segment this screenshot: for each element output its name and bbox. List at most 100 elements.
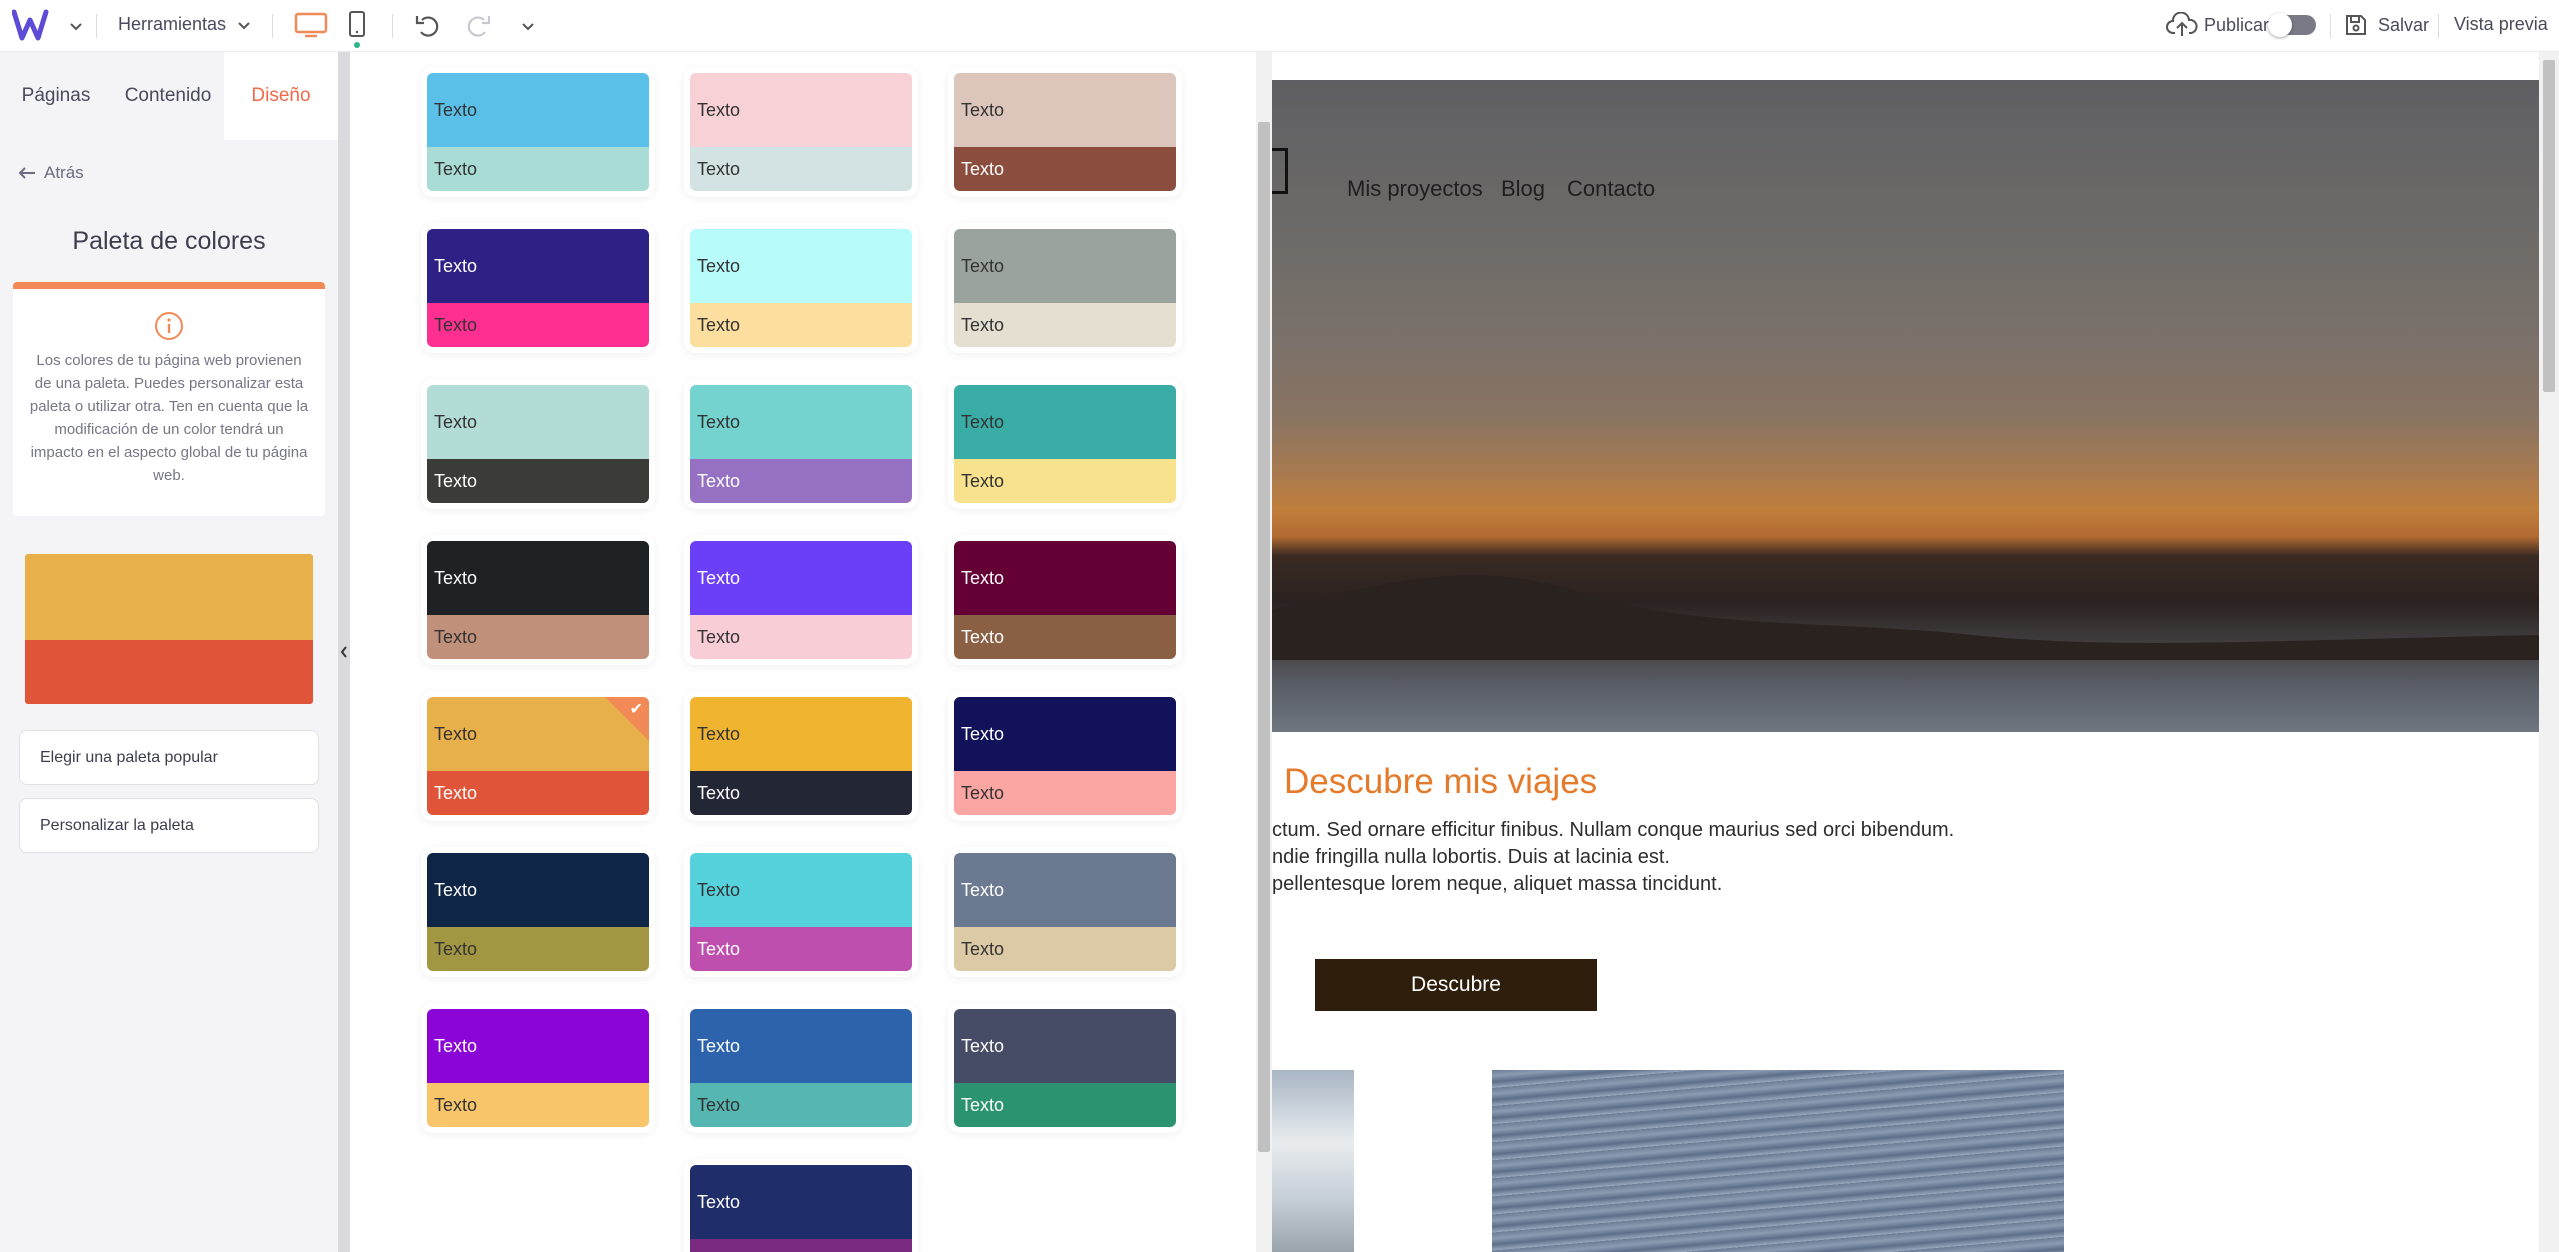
site-preview: Mis proyectos Blog Contacto Descubre mis… [1272,52,2539,1252]
palette-secondary-swatch: Texto [427,1083,649,1127]
palette-card[interactable]: TextoTexto [954,73,1176,191]
palette-primary-swatch: Texto [427,385,649,459]
save-button[interactable]: Salvar [2344,13,2429,37]
palette-primary-swatch: Texto [690,541,912,615]
palette-primary-swatch [25,554,313,640]
desktop-view-button[interactable] [294,12,328,38]
palette-card[interactable]: TextoTexto [690,541,912,659]
preview-label: Vista previa [2454,14,2548,34]
paragraph-line: ndie fringilla nulla lobortis. Duis at l… [1272,846,1670,868]
cta-button[interactable]: Descubre [1315,959,1597,1011]
palette-card[interactable]: TextoTexto [690,385,912,503]
undo-button[interactable] [414,12,442,40]
palette-primary-swatch: Texto [954,697,1176,771]
toolbar-divider [272,14,273,38]
panel-title: Paleta de colores [72,227,266,255]
preview-button[interactable]: Vista previa [2454,14,2548,35]
info-card: Los colores de tu página web provienen d… [13,282,325,516]
palette-card[interactable]: TextoTexto [690,853,912,971]
palette-card[interactable]: TextoTexto [954,229,1176,347]
palette-secondary-swatch: Texto [954,615,1176,659]
redo-button[interactable] [464,12,492,40]
palette-card[interactable]: TextoTexto [427,229,649,347]
palette-card[interactable]: Texto Texto ✔ [427,697,649,815]
logo-icon [12,9,49,41]
palette-secondary-swatch: Texto [427,771,649,815]
tab-label: Contenido [124,85,212,106]
chevron-left-icon [340,646,347,658]
toolbar-divider [2330,14,2331,38]
palette-card[interactable]: TextoTexto [954,385,1176,503]
palette-primary-swatch: Texto [690,385,912,459]
tools-menu-label: Herramientas [118,14,227,34]
gallery-image-clouds [1272,1070,1354,1252]
tab-design[interactable]: Diseño [224,52,338,140]
palette-card[interactable]: TextoTexto [690,73,912,191]
palette-secondary-swatch: Texto [427,147,649,191]
tools-menu[interactable]: Herramientas [118,14,252,35]
palette-card[interactable]: TextoTexto [954,697,1176,815]
back-label: Atrás [44,163,84,182]
palette-card[interactable]: TextoTexto [427,541,649,659]
paragraph-line: ctum. Sed ornare efficitur finibus. Null… [1272,819,1955,841]
palette-card[interactable]: TextoTexto [690,229,912,347]
palette-primary-swatch: Texto [427,541,649,615]
palette-card[interactable]: TextoTexto [954,853,1176,971]
cloud-upload-icon [2166,12,2198,36]
history-dropdown[interactable] [520,18,536,34]
palette-secondary-swatch: Texto [690,615,912,659]
palette-secondary-swatch: Texto [690,1083,912,1127]
save-label: Salvar [2378,14,2430,35]
palette-card[interactable]: TextoTexto [427,853,649,971]
site-nav-item-blog[interactable]: Blog [1501,176,1545,202]
info-icon [155,312,183,340]
palette-card[interactable]: TextoTexto [427,1009,649,1127]
palette-card[interactable]: TextoTexto [427,73,649,191]
palette-card[interactable]: TextoTexto [690,1009,912,1127]
choose-popular-palette-button[interactable]: Elegir una paleta popular [19,730,319,785]
palette-primary-swatch: Texto [690,229,912,303]
palette-secondary-swatch: Texto [954,147,1176,191]
publish-toggle[interactable] [2268,13,2316,37]
palette-card[interactable]: TextoTexto [427,385,649,503]
site-nav-item-contact[interactable]: Contacto [1567,176,1655,202]
preview-scrollbar-thumb[interactable] [2543,60,2555,392]
palette-card[interactable]: TextoTexto [690,1165,912,1252]
palette-primary-swatch: Texto [690,73,912,147]
arrow-left-icon [18,167,35,179]
publish-control[interactable]: Publicar [2166,12,2269,38]
panel-splitter[interactable] [338,52,350,1252]
tab-label: Páginas [21,85,91,106]
palette-card[interactable]: TextoTexto [690,697,912,815]
mobile-icon [349,11,365,37]
palette-primary-swatch: Texto [954,229,1176,303]
redo-icon [467,16,491,37]
current-palette-preview[interactable] [25,554,313,704]
palette-card[interactable]: TextoTexto [954,541,1176,659]
gallery-image-sea [1492,1070,2064,1252]
back-link[interactable]: Atrás [18,163,84,183]
palette-primary-swatch: Texto [690,853,912,927]
palette-primary-swatch: Texto [954,73,1176,147]
palette-secondary-swatch: Texto [690,1239,912,1252]
site-nav-item-projects[interactable]: Mis proyectos [1347,176,1483,202]
chevron-down-icon [522,23,534,31]
gallery-scrollbar-thumb[interactable] [1258,122,1270,1152]
palette-secondary-swatch: Texto [427,927,649,971]
palette-secondary-swatch: Texto [690,303,912,347]
hills-silhouette [1272,575,2539,660]
palette-secondary-swatch: Texto [427,459,649,503]
tab-content[interactable]: Contenido [112,52,224,140]
palette-primary-swatch: Texto [954,853,1176,927]
palette-secondary-swatch: Texto [954,1083,1176,1127]
palette-card[interactable]: TextoTexto [954,1009,1176,1127]
tab-pages[interactable]: Páginas [0,52,112,140]
app-logo-menu[interactable] [12,8,84,44]
chevron-down-icon [238,21,250,29]
undo-icon [415,16,439,37]
info-text: Los colores de tu página web provienen d… [29,352,309,484]
toolbar-divider [392,14,393,38]
mobile-view-button[interactable] [348,10,366,48]
customize-palette-button[interactable]: Personalizar la paleta [19,798,319,853]
desktop-icon [294,12,328,38]
